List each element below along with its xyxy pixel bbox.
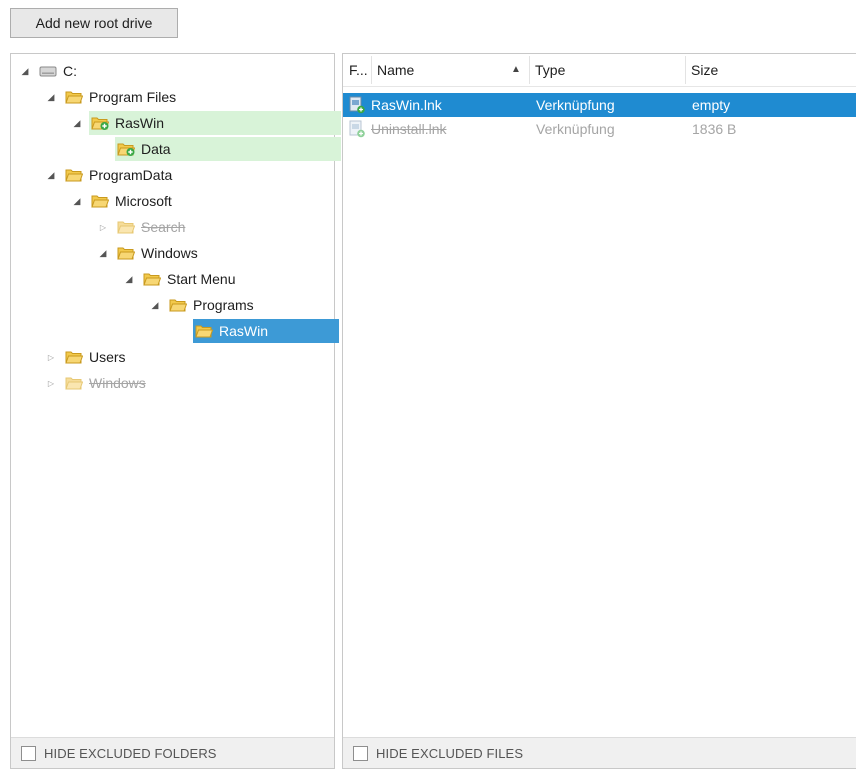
column-header-name[interactable]: Name [371,54,529,86]
column-header-size[interactable]: Size [685,54,855,86]
shortcut-file-icon [349,96,371,114]
hide-excluded-folders-toggle[interactable]: HIDE EXCLUDED FOLDERS [11,737,334,768]
tree-item-data[interactable]: Data [97,137,341,161]
folder-icon [195,324,213,338]
tree-item-label: Windows [141,245,198,261]
file-type: Verknüpfung [536,97,615,113]
tree-item-windows[interactable]: ▷ Windows [45,371,154,395]
expanded-arrow-icon[interactable]: ◢ [123,267,135,291]
column-header-flag[interactable]: F... [343,54,371,86]
file-name-cell: RasWin.lnk [349,93,442,117]
tree-item-users[interactable]: ▷ Users [45,345,134,369]
file-list-panel: F... Name ▲ Type Size RasWin.lnk Verknüpf… [342,53,856,769]
tree-item-programs[interactable]: ◢ Programs [149,293,262,317]
file-size: empty [692,97,731,113]
tree-item-start-menu[interactable]: ◢ Start Menu [123,267,243,291]
tree-item-label: Data [141,141,171,157]
tree-item-windows[interactable]: ◢ Windows [97,241,206,265]
tree-item-label: RasWin [115,115,165,131]
add-root-drive-button[interactable]: Add new root drive [10,8,178,38]
hide-excluded-files-label: HIDE EXCLUDED FILES [376,745,524,761]
collapsed-arrow-icon[interactable]: ▷ [97,215,109,239]
folder-icon [65,90,83,104]
tree-item-label: RasWin [219,323,269,339]
file-name: Uninstall.lnk [371,121,447,137]
file-list-header: F... Name ▲ Type Size [343,54,856,87]
tree-item-search[interactable]: ▷ Search [97,215,193,239]
column-header-type[interactable]: Type [529,54,685,86]
folder-plus-icon [117,142,135,156]
drive-icon [39,64,57,78]
file-size: 1836 B [692,121,737,137]
expanded-arrow-icon[interactable]: ◢ [71,111,83,135]
tree-item-label: C: [63,63,77,79]
file-name-cell: Uninstall.lnk [349,117,446,141]
tree-item-label: Programs [193,297,254,313]
folder-icon [65,376,83,390]
expanded-arrow-icon[interactable]: ◢ [45,163,57,187]
tree-item-programdata[interactable]: ◢ ProgramData [45,163,180,187]
folder-icon [169,298,187,312]
tree-item-raswin[interactable]: ◢ RasWin [71,111,341,135]
file-name: RasWin.lnk [371,97,442,113]
folder-icon [117,220,135,234]
hide-excluded-folders-checkbox[interactable] [21,745,36,761]
file-row[interactable]: RasWin.lnk Verknüpfung empty [343,93,856,117]
tree-item-c[interactable]: ◢ C: [19,59,85,83]
tree-item-label: Windows [89,375,146,391]
expanded-arrow-icon[interactable]: ◢ [45,85,57,109]
hide-excluded-files-checkbox[interactable] [353,745,368,761]
tree-item-label: Users [89,349,126,365]
collapsed-arrow-icon[interactable]: ▷ [45,371,57,395]
expanded-arrow-icon[interactable]: ◢ [97,241,109,265]
expanded-arrow-icon[interactable]: ◢ [19,59,31,83]
folder-plus-icon [91,116,109,130]
sort-ascending-icon: ▲ [511,64,521,75]
file-type: Verknüpfung [536,121,615,137]
tree-item-label: ProgramData [89,167,173,183]
folder-icon [91,194,109,208]
folder-icon [65,168,83,182]
expanded-arrow-icon[interactable]: ◢ [149,293,161,317]
expanded-arrow-icon[interactable]: ◢ [71,189,83,213]
tree-item-program-files[interactable]: ◢ Program Files [45,85,184,109]
collapsed-arrow-icon[interactable]: ▷ [45,345,57,369]
tree-item-label: Search [141,219,186,235]
tree-item-microsoft[interactable]: ◢ Microsoft [71,189,180,213]
folder-icon [65,350,83,364]
folder-tree-panel: ◢ C: ◢ Program Files ◢ RasWin Data ◢ Progra… [10,53,341,769]
tree-item-label: Start Menu [167,271,236,287]
tree-item-label: Microsoft [115,193,172,209]
shortcut-file-icon [349,120,371,138]
tree-item-raswin[interactable]: RasWin [175,319,339,343]
hide-excluded-folders-label: HIDE EXCLUDED FOLDERS [44,745,217,761]
hide-excluded-files-toggle[interactable]: HIDE EXCLUDED FILES [343,737,856,768]
folder-icon [143,272,161,286]
folder-icon [117,246,135,260]
tree-item-label: Program Files [89,89,177,105]
file-row[interactable]: Uninstall.lnk Verknüpfung 1836 B [343,117,856,141]
